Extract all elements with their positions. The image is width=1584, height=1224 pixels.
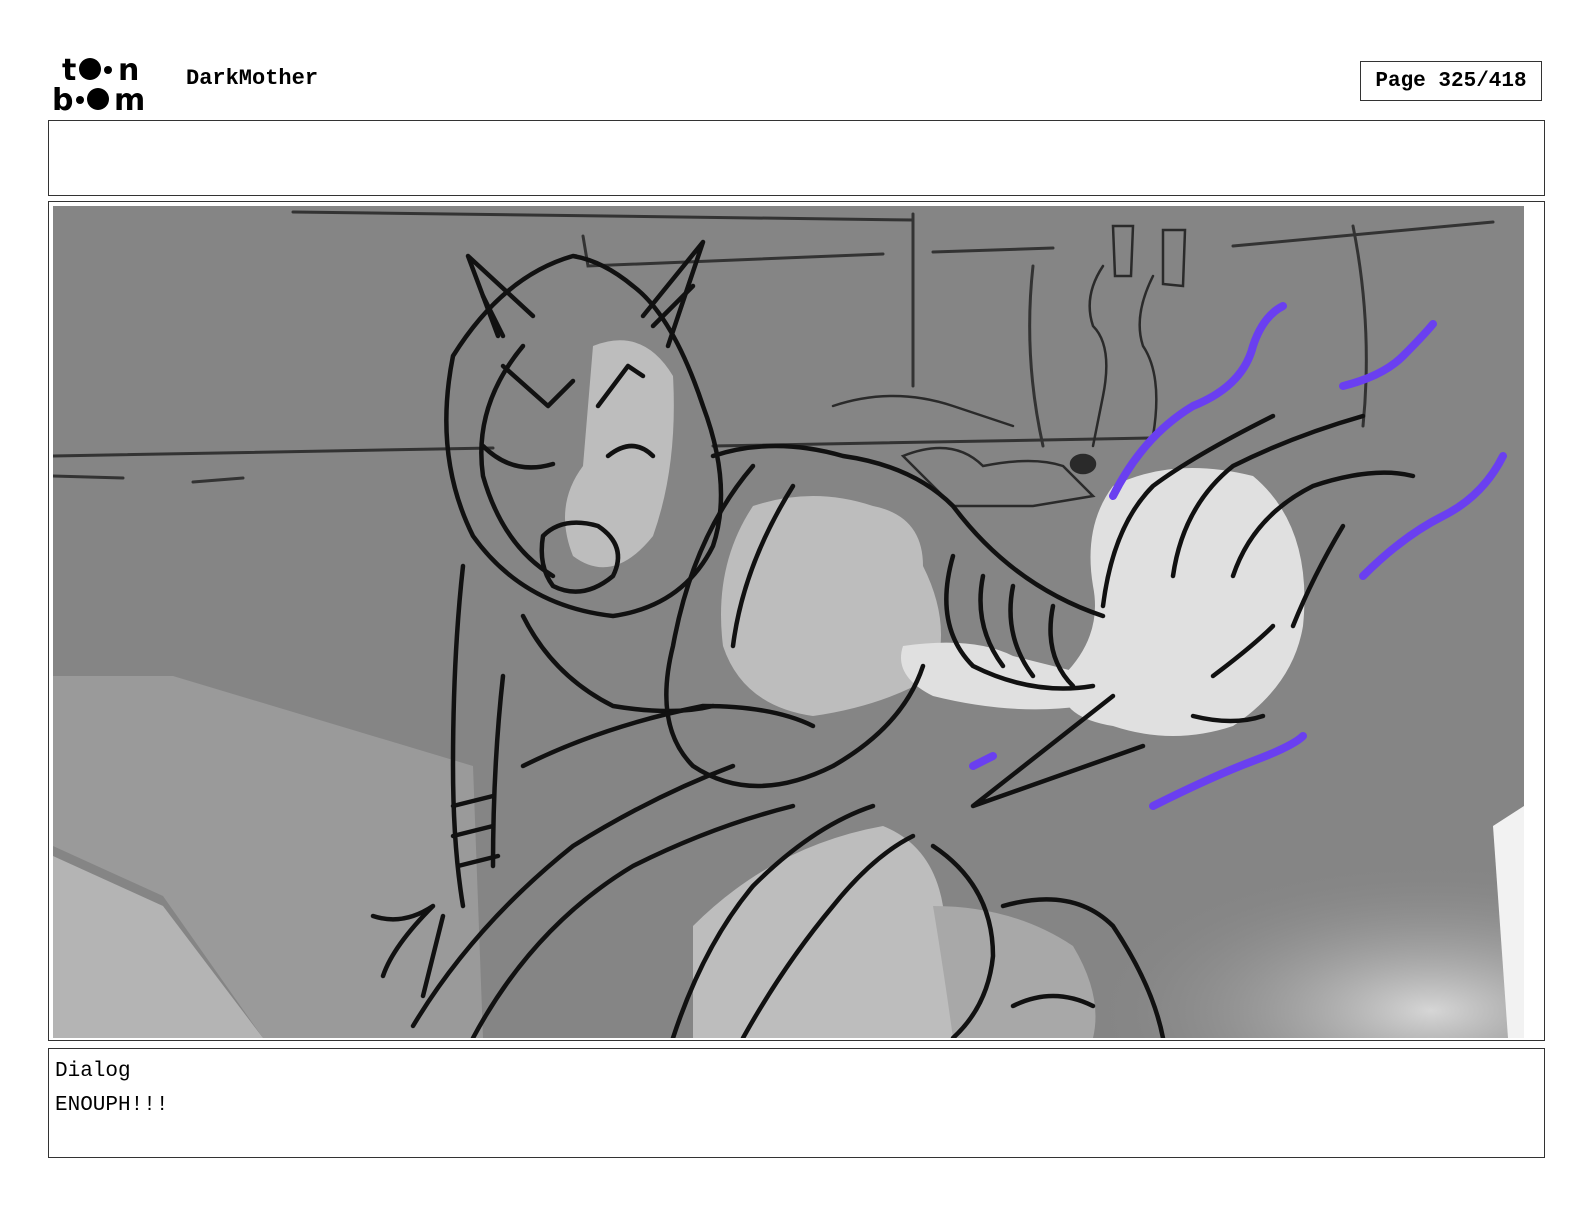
project-title: DarkMother: [186, 66, 319, 91]
dialog-text: ENOUPH!!!: [55, 1094, 169, 1117]
storyboard-panel: [48, 201, 1545, 1041]
dialog-box: Dialog ENOUPH!!!: [48, 1048, 1545, 1158]
svg-text:b: b: [52, 83, 73, 114]
panel-notes-box: [48, 120, 1545, 196]
page-number: Page 325/418: [1360, 61, 1542, 101]
storyboard-sketch: [53, 206, 1524, 1038]
svg-text:m: m: [114, 83, 145, 114]
toon-boom-logo: t n b m: [52, 53, 145, 114]
dialog-label: Dialog: [55, 1060, 131, 1083]
